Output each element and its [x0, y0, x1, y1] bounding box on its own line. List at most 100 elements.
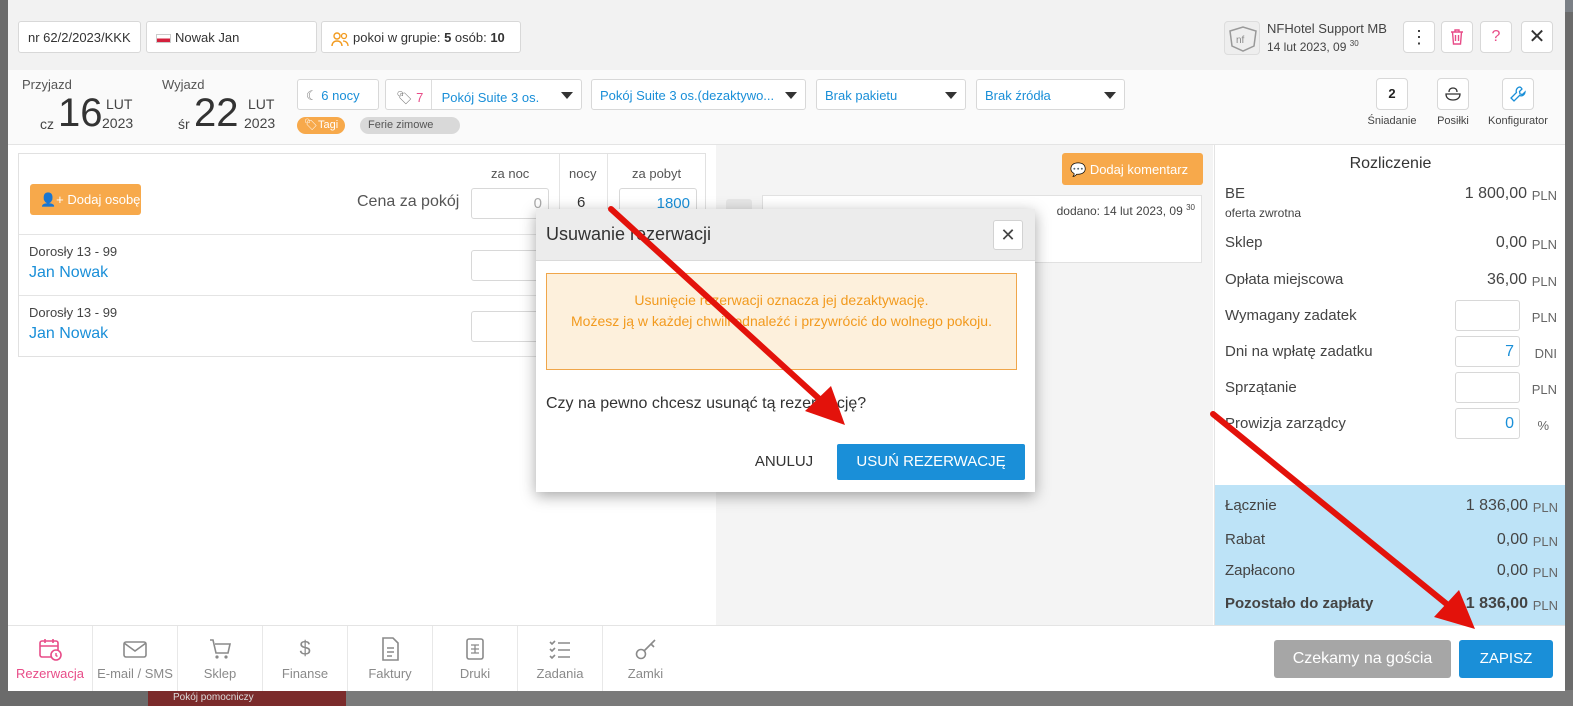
- tag-count: 7: [416, 89, 424, 105]
- guests-count: 10: [490, 30, 505, 45]
- cleaning-input[interactable]: [1455, 372, 1520, 403]
- nav-rezerwacja[interactable]: Rezerwacja: [8, 626, 93, 691]
- nav-finanse[interactable]: $ Finanse: [263, 626, 348, 691]
- arrival-day[interactable]: 16: [58, 91, 103, 136]
- support-date: 14 lut 2023, 09 30: [1267, 39, 1359, 54]
- departure-day[interactable]: 22: [194, 91, 239, 136]
- stay-details: Przyjazd cz 16 LUT 2023 Wyjazd śr 22 LUT…: [8, 70, 1565, 145]
- room-type-selector[interactable]: 🏷 7 Pokój Suite 3 os.: [385, 79, 582, 110]
- per-night-header: za noc: [491, 166, 530, 181]
- nav-zamki[interactable]: Zamki: [603, 626, 688, 691]
- nights-selector[interactable]: ☾ 6 nocy: [297, 79, 379, 110]
- add-person-icon: 👤+: [40, 192, 64, 207]
- remaining-value: 1 836,00: [1465, 595, 1528, 612]
- guest-age-1: Dorosły 13 - 99: [29, 244, 118, 259]
- dialog-header: Usuwanie rezerwacji ✕: [536, 209, 1035, 261]
- configurator-option[interactable]: Konfigurator: [1485, 78, 1551, 127]
- breakfast-label: Śniadanie: [1367, 115, 1417, 127]
- arrival-label: Przyjazd: [22, 77, 72, 92]
- be-currency: PLN: [1531, 188, 1557, 203]
- chevron-down-icon: [1104, 92, 1116, 99]
- total-currency: PLN: [1532, 500, 1558, 515]
- guest-name-1[interactable]: Jan Nowak: [29, 264, 108, 282]
- cleaning-label: Sprzątanie: [1225, 379, 1297, 396]
- reservation-header: nr 62/2/2023/KKK Nowak Jan pokoi w grupi…: [8, 0, 1565, 70]
- nav-zadania[interactable]: Zadania: [518, 626, 603, 691]
- per-stay-header: za pobyt: [632, 166, 682, 181]
- poland-flag-icon: [156, 34, 171, 44]
- discount-value: 0,00: [1496, 531, 1528, 548]
- warning-line-2: Możesz ją w każdej chwili odnaleźć i prz…: [571, 313, 992, 329]
- nav-faktury[interactable]: Faktury: [348, 626, 433, 691]
- discount-label: Rabat: [1225, 531, 1266, 548]
- paid-label: Zapłacono: [1225, 562, 1296, 579]
- moon-icon: ☾: [306, 88, 318, 103]
- cancel-button[interactable]: ANULUJ: [744, 444, 824, 480]
- room-type: Pokój Suite 3 os.: [441, 89, 540, 105]
- nav-sklep[interactable]: Sklep: [178, 626, 263, 691]
- room-selector[interactable]: Pokój Suite 3 os.(dezaktywo...: [591, 79, 806, 110]
- package-selector[interactable]: Brak pakietu: [816, 79, 966, 110]
- tax-currency: PLN: [1531, 274, 1557, 289]
- help-icon[interactable]: ?: [1480, 21, 1512, 53]
- more-options-icon[interactable]: ⋮: [1403, 21, 1435, 53]
- deposit-days-label: Dni na wpłatę zadatku: [1225, 343, 1373, 360]
- add-person-button[interactable]: 👤+ Dodaj osobę: [30, 184, 141, 215]
- deposit-input[interactable]: [1455, 300, 1520, 331]
- confirm-delete-button[interactable]: USUŃ REZERWACJĘ: [837, 444, 1025, 480]
- support-name: NFHotel Support MB: [1267, 21, 1387, 36]
- nights-header: nocy: [569, 166, 597, 181]
- discount-currency: PLN: [1532, 534, 1558, 549]
- comment-icon: 💬: [1070, 162, 1087, 177]
- tag-ferie-zimowe[interactable]: Ferie zimowe: [360, 117, 460, 134]
- dialog-close-icon[interactable]: ✕: [993, 220, 1023, 250]
- breakfast-option[interactable]: 2 Śniadanie: [1367, 78, 1417, 127]
- guest-selector[interactable]: Nowak Jan: [146, 21, 317, 53]
- invoice-icon: [377, 636, 403, 662]
- tags-badge[interactable]: 🏷Tagi: [297, 117, 346, 134]
- wrench-icon: [1502, 78, 1534, 110]
- meal-bowl-icon: [1437, 78, 1469, 110]
- guest-name-2[interactable]: Jan Nowak: [29, 325, 108, 343]
- nav-email-sms[interactable]: E-mail / SMS: [93, 626, 178, 691]
- breakfast-count: 2: [1376, 78, 1408, 110]
- group-info[interactable]: pokoi w grupie: 5 osób: 10: [321, 21, 521, 53]
- source-selector[interactable]: Brak źródła: [976, 79, 1125, 110]
- meals-option[interactable]: Posiłki: [1431, 78, 1475, 127]
- shop-currency: PLN: [1531, 237, 1557, 252]
- configurator-label: Konfigurator: [1488, 115, 1548, 127]
- background-bottom-row: Pokój pomocniczy: [148, 690, 1573, 706]
- tag-icon: 🏷: [396, 89, 413, 105]
- tasks-icon: [547, 636, 573, 662]
- dialog-warning: Usunięcie rezerwacji oznacza jej dezakty…: [546, 273, 1017, 370]
- be-value: 1 800,00: [1464, 185, 1527, 202]
- support-user: nf NFHotel Support MB 14 lut 2023, 09 30: [1224, 18, 1404, 58]
- departure-month: LUT: [248, 96, 275, 112]
- add-comment-button[interactable]: 💬 Dodaj komentarz: [1062, 153, 1203, 185]
- nav-druki[interactable]: Druki: [433, 626, 518, 691]
- remaining-currency: PLN: [1532, 598, 1558, 613]
- deposit-days-unit: DNI: [1534, 346, 1557, 361]
- commission-unit: %: [1537, 418, 1549, 433]
- cleaning-currency: PLN: [1531, 382, 1557, 397]
- svg-text:nf: nf: [1236, 35, 1245, 46]
- source-value: Brak źródła: [985, 88, 1051, 103]
- arrival-weekday: cz: [40, 116, 54, 132]
- total-value: 1 836,00: [1465, 497, 1528, 514]
- be-sub: oferta zwrotna: [1225, 206, 1302, 220]
- commission-label: Prowizja zarządcy: [1225, 415, 1346, 432]
- trash-icon[interactable]: [1441, 21, 1473, 53]
- deposit-days-input[interactable]: 7: [1455, 336, 1520, 367]
- arrival-year: 2023: [102, 115, 134, 131]
- close-icon[interactable]: ✕: [1521, 21, 1553, 53]
- waiting-for-guest-button[interactable]: Czekamy na gościa: [1274, 640, 1451, 678]
- comment-date: dodano: 14 lut 2023, 09 30: [1056, 203, 1195, 218]
- commission-input[interactable]: 0: [1455, 408, 1520, 439]
- settlement-panel: Rozliczenie BE oferta zwrotna 1 800,00 P…: [1214, 145, 1565, 625]
- guests-prefix: osób:: [451, 30, 491, 45]
- bottom-navigation: Rezerwacja E-mail / SMS Sklep $ Finanse …: [8, 625, 1565, 691]
- chevron-down-icon: [945, 92, 957, 99]
- save-button[interactable]: ZAPISZ: [1459, 640, 1553, 678]
- reservation-number[interactable]: nr 62/2/2023/KKK: [18, 21, 141, 53]
- arrival-month: LUT: [106, 96, 133, 112]
